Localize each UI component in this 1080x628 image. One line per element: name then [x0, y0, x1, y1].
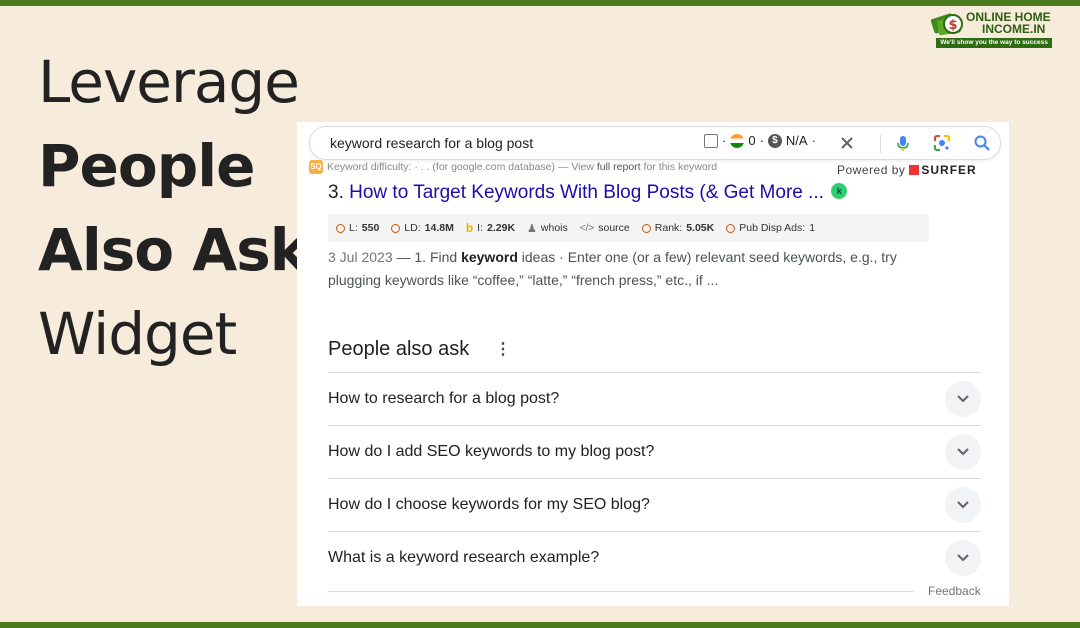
metric-value: 550: [361, 222, 380, 234]
metric-linking-domains[interactable]: LD: 14.8M: [391, 222, 454, 234]
title-line-2: People: [38, 132, 255, 200]
chevron-down-icon[interactable]: [945, 540, 981, 576]
code-icon: </>: [579, 222, 595, 234]
result-title[interactable]: How to Target Keywords With Blog Posts (…: [349, 182, 824, 203]
site-logo[interactable]: $ ONLINE HOME INCOME.IN We'll show you t…: [930, 8, 1052, 48]
title-line-4: Widget: [38, 300, 237, 368]
volume-value: 0: [748, 133, 756, 148]
india-flag-icon: [730, 133, 745, 148]
search-box[interactable]: keyword research for a blog post · 0 · $…: [309, 126, 1001, 160]
paa-question[interactable]: What is a keyword research example?: [328, 531, 981, 584]
title-line-3: Also Ask: [38, 216, 308, 284]
more-options-icon[interactable]: ⋮: [495, 342, 511, 358]
metric-rank[interactable]: Rank: 5.05K: [641, 222, 715, 234]
keyword-badge-icon: k: [831, 183, 848, 199]
full-report-link[interactable]: full report: [597, 161, 641, 173]
keyword-difficulty-text: Keyword difficulty: · . . (for google.co…: [327, 161, 717, 173]
metric-ads[interactable]: Pub Disp Ads: 1: [726, 222, 815, 234]
surfer-logo-icon: [909, 165, 920, 175]
metric-label: L:: [349, 222, 358, 234]
chevron-down-icon[interactable]: [945, 381, 981, 417]
serp-screenshot: keyword research for a blog post · 0 · $…: [297, 122, 1009, 606]
metric-label: Pub Disp Ads:: [739, 222, 806, 234]
snippet-bold: keyword: [461, 249, 518, 265]
metric-label: whois: [540, 222, 568, 234]
seo-metrics-bar: L: 550 LD: 14.8M b I: 2.29K ♟ whois </> sou…: [328, 214, 929, 242]
metric-label: source: [598, 222, 630, 234]
chevron-down-icon[interactable]: [945, 487, 981, 523]
paa-question-text: How do I choose keywords for my SEO blog…: [328, 496, 650, 513]
surfer-brand: SURFER: [921, 163, 977, 177]
paa-question-text: How do I add SEO keywords to my blog pos…: [328, 443, 655, 460]
result-title-link[interactable]: 3. How to Target Keywords With Blog Post…: [328, 182, 848, 204]
person-icon: ♟: [527, 222, 537, 235]
metric-value: 14.8M: [424, 222, 454, 234]
metric-label: I:: [477, 222, 484, 234]
title-line-1: Leverage: [38, 48, 300, 116]
cpc-value: N/A: [785, 133, 808, 148]
paa-question[interactable]: How to research for a blog post?: [328, 372, 981, 425]
close-icon[interactable]: [838, 134, 856, 152]
chevron-down-icon[interactable]: [945, 434, 981, 470]
page-title: Leverage People Also Ask Widget: [38, 40, 308, 376]
metric-circle-icon: [391, 223, 401, 233]
metric-circle-icon: [726, 223, 736, 233]
meta-sep: ·: [811, 133, 816, 148]
snippet-part-a: — 1. Find: [392, 249, 462, 265]
powered-by-surfer[interactable]: Powered by SURFER: [837, 163, 977, 177]
kd-suffix: for this keyword: [640, 161, 718, 173]
paa-question[interactable]: How do I add SEO keywords to my blog pos…: [328, 425, 981, 478]
search-icon[interactable]: [973, 134, 991, 152]
bing-icon: b: [465, 221, 474, 235]
meta-sep: ·: [759, 133, 764, 148]
paa-heading: People also ask: [328, 338, 470, 360]
metric-label: LD:: [404, 222, 421, 234]
metric-index[interactable]: b I: 2.29K: [466, 221, 515, 235]
result-number: 3.: [328, 182, 344, 203]
search-divider: [880, 135, 881, 153]
metric-whois[interactable]: ♟ whois: [527, 222, 568, 235]
metric-circle-icon: [336, 223, 345, 233]
paa-bottom-divider: [328, 591, 914, 592]
top-border: [0, 0, 1080, 6]
paa-list: How to research for a blog post? How do …: [328, 372, 981, 584]
feedback-link[interactable]: Feedback: [928, 584, 981, 598]
metric-value: 1: [809, 222, 816, 234]
dollar-bill-icon: $: [930, 13, 963, 36]
lens-icon[interactable]: [933, 134, 951, 152]
metric-value: 2.29K: [487, 222, 516, 234]
metric-label: Rank:: [654, 222, 683, 234]
result-snippet: 3 Jul 2023 — 1. Find keyword ideas · Ent…: [328, 246, 928, 292]
meta-sep: ·: [722, 133, 727, 148]
checkbox-icon[interactable]: [704, 133, 718, 148]
svg-text:$: $: [948, 18, 957, 33]
search-input[interactable]: keyword research for a blog post: [330, 135, 533, 151]
powered-label: Powered by: [837, 163, 906, 177]
seo-extension-icon: SQ: [309, 160, 323, 174]
paa-question-text: How to research for a blog post?: [328, 390, 560, 407]
logo-tagline: We'll show you the way to success: [936, 38, 1052, 48]
bottom-border: [0, 622, 1080, 628]
metric-links[interactable]: L: 550: [336, 222, 379, 234]
paa-question[interactable]: How do I choose keywords for my SEO blog…: [328, 478, 981, 531]
metric-source[interactable]: </> source: [580, 222, 630, 234]
dollar-icon: $: [767, 133, 782, 148]
metric-circle-icon: [641, 223, 651, 233]
mic-icon[interactable]: [894, 134, 912, 152]
metric-value: 5.05K: [686, 222, 715, 234]
kd-prefix: Keyword difficulty: · . . (for google.co…: [327, 161, 597, 173]
paa-question-text: What is a keyword research example?: [328, 549, 600, 566]
snippet-date: 3 Jul 2023: [328, 249, 393, 265]
seo-toolbar: · 0 · $ N/A ·: [704, 133, 816, 148]
logo-line-2: INCOME.IN: [982, 22, 1046, 36]
